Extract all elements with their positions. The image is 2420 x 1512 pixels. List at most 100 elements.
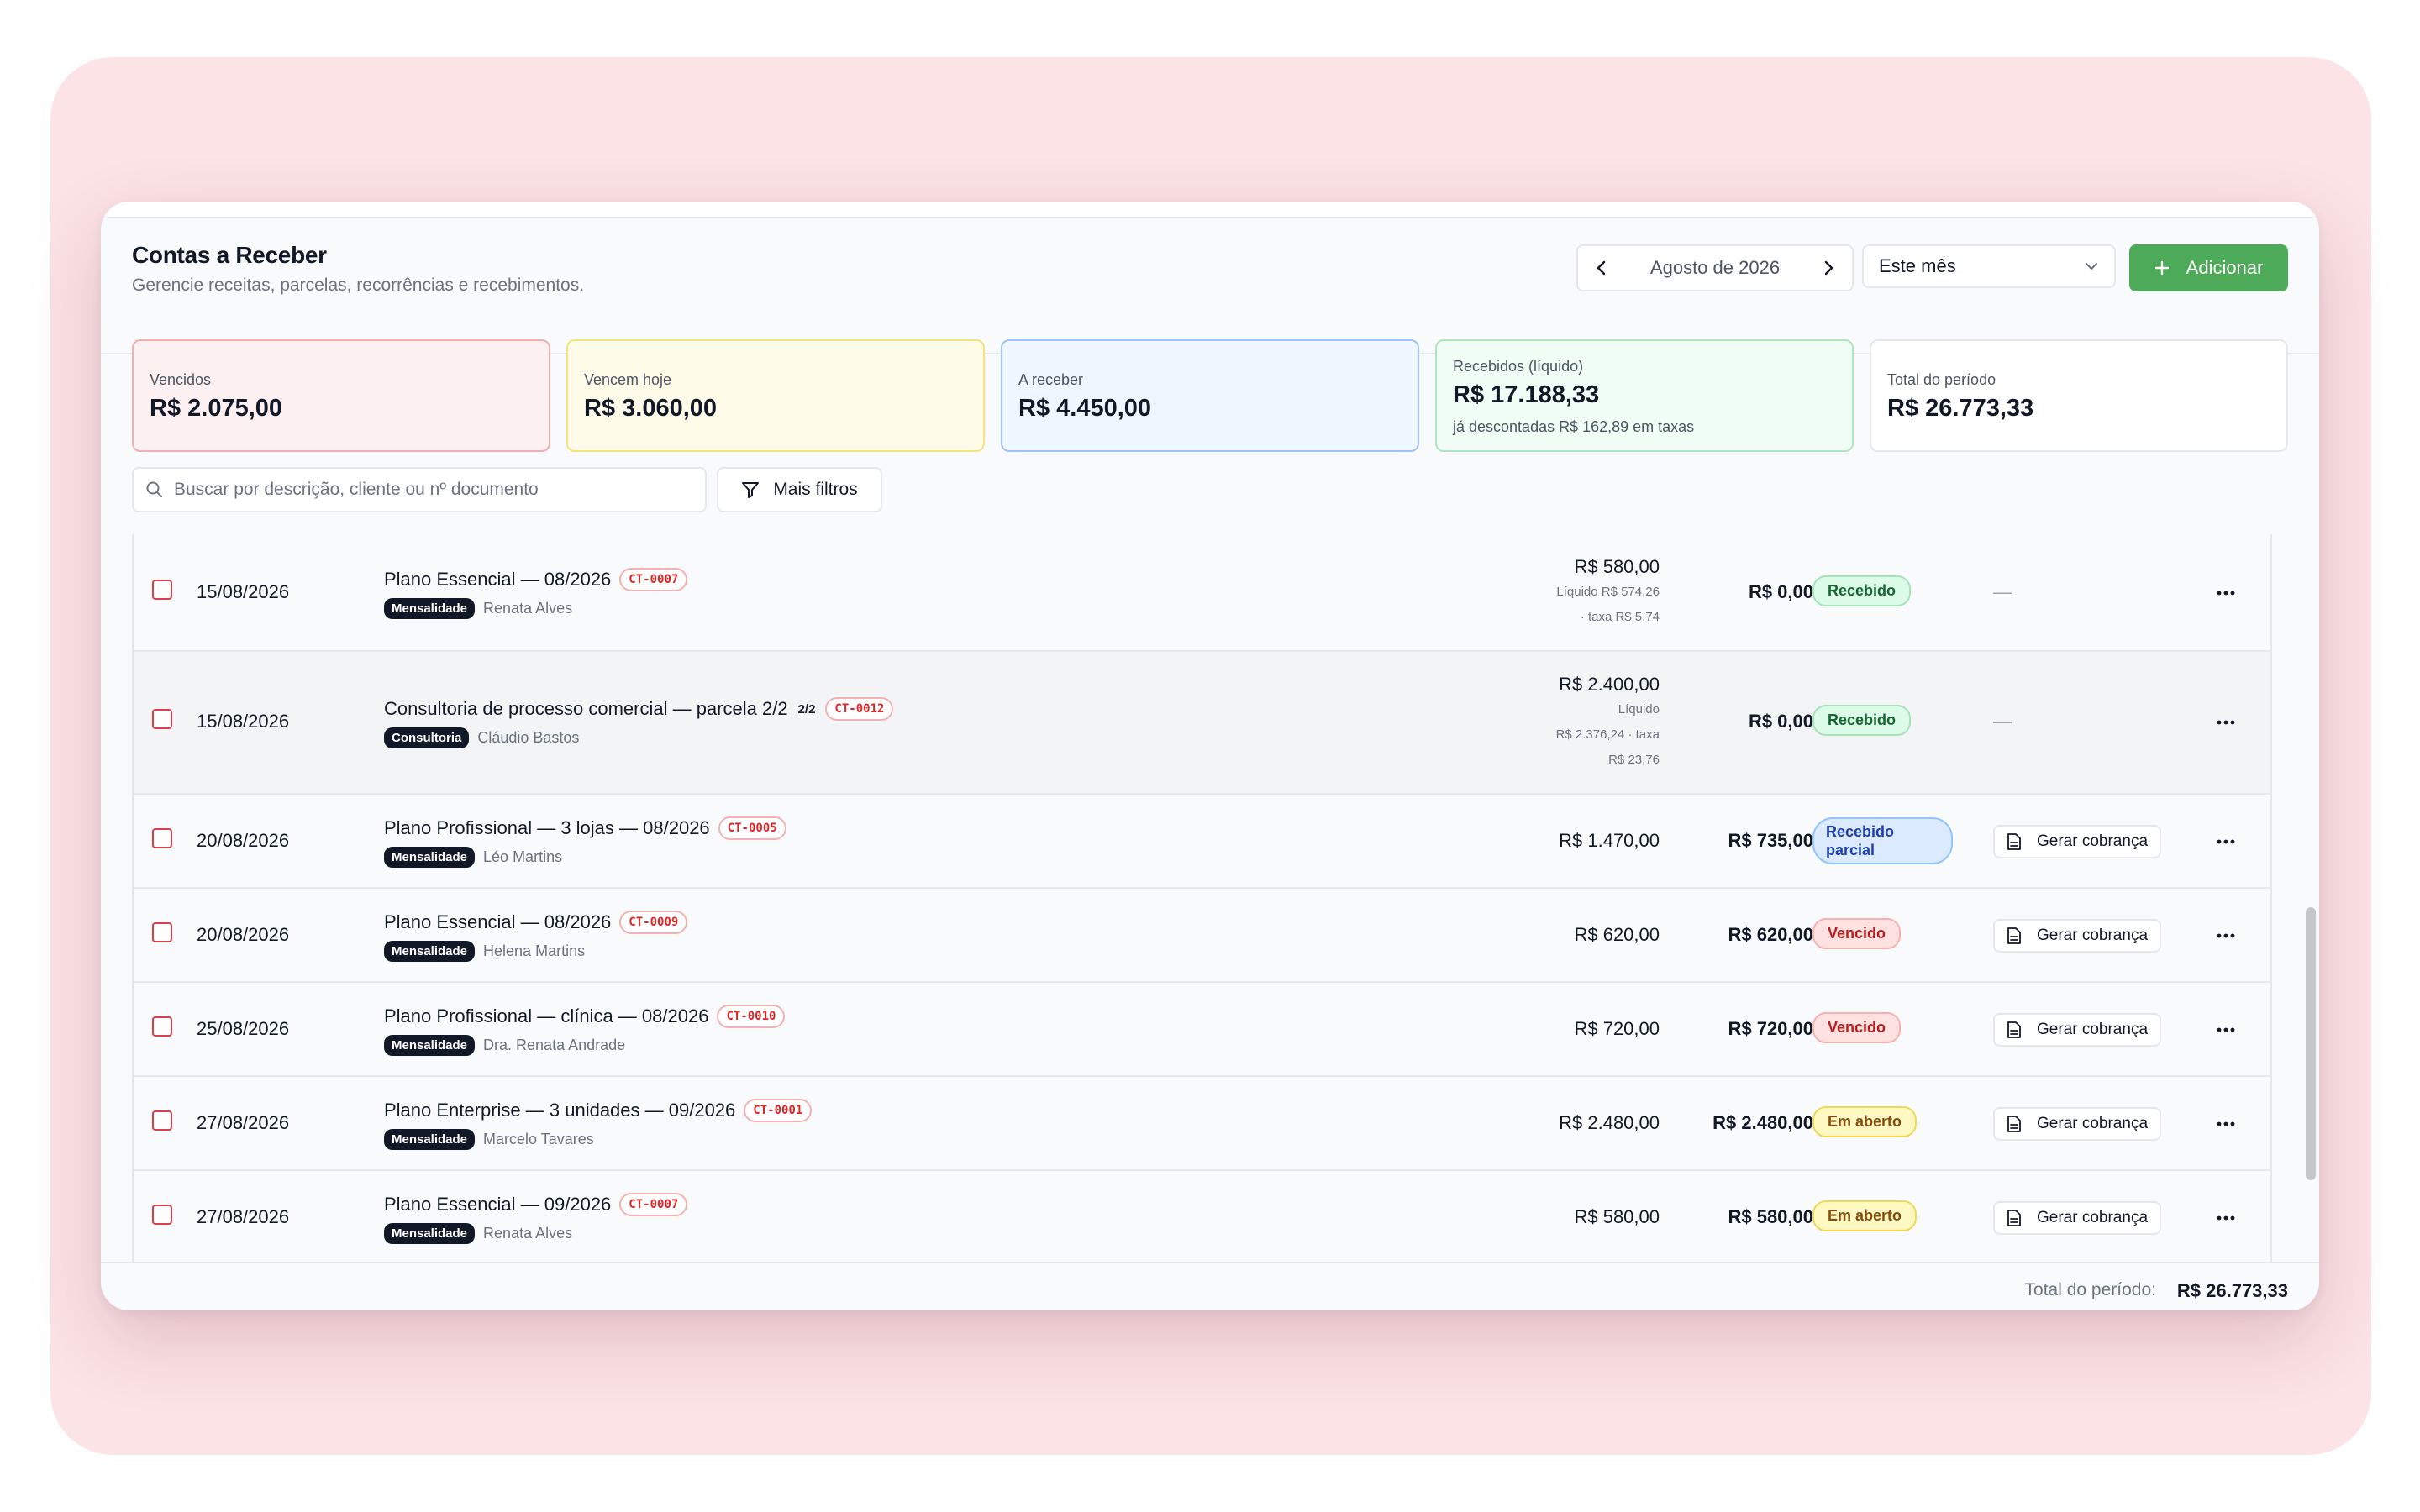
generate-charge-label: Gerar cobrança [2037,832,2149,850]
row-date: 25/08/2026 [197,1018,290,1039]
period-range-select[interactable]: Este mês [1862,244,2116,288]
summary-label: Vencem hoje [584,371,672,388]
row-date: 15/08/2026 [197,711,290,732]
summary-card-received: Recebidos (líquido) R$ 17.188,33 já desc… [1435,339,1854,452]
page-subtitle: Gerencie receitas, parcelas, recorrência… [132,276,585,295]
row-net-line: R$ 23,76 [1608,753,1660,767]
row-amount: R$ 580,00 [1574,556,1660,577]
summary-value: R$ 2.075,00 [150,395,283,422]
row-more-button[interactable] [2209,576,2243,610]
search-placeholder: Buscar por descrição, cliente ou nº docu… [174,480,539,499]
row-date: 15/08/2026 [197,581,290,602]
prev-month-button[interactable] [1578,246,1625,290]
row-open-amount: R$ 620,00 [1728,924,1813,945]
status-badge: Recebido parcial [1812,817,1953,864]
summary-value: R$ 3.060,00 [584,395,718,422]
summary-label: Vencidos [150,371,212,388]
row-more-button[interactable] [2209,1201,2243,1235]
add-button[interactable]: Adicionar [2129,244,2288,291]
row-amount: R$ 2.400,00 [1559,674,1660,695]
row-more-button[interactable] [2209,1107,2243,1141]
chevron-left-icon [1597,260,1606,276]
summary-value: R$ 4.450,00 [1018,395,1152,422]
table-row: 27/08/2026 Plano Essencial — 09/2026 CT-… [134,1171,2270,1262]
document-icon [2007,927,2021,944]
row-description: Plano Essencial — 09/2026 CT-0007 [384,1193,688,1216]
row-checkbox[interactable] [152,922,172,942]
row-more-button[interactable] [2209,919,2243,953]
row-open-amount: R$ 720,00 [1728,1018,1813,1039]
generate-charge-button[interactable]: Gerar cobrança [1993,825,2162,858]
installment-label: 2/2 [797,701,816,717]
table-row: 20/08/2026 Plano Essencial — 08/2026 CT-… [134,889,2270,983]
table-scrollbar[interactable] [2306,907,2316,1180]
summary-card-to-receive: A receber R$ 4.450,00 [1001,339,1419,452]
generate-charge-label: Gerar cobrança [2037,1021,2149,1038]
more-horizontal-icon [2217,839,2235,844]
chevron-down-icon [2086,263,2097,270]
row-checkbox[interactable] [152,1205,172,1225]
summary-label: Recebidos (líquido) [1453,358,1584,375]
row-open-amount: R$ 580,00 [1728,1206,1813,1227]
row-description-text: Plano Essencial — 08/2026 [384,911,612,932]
row-meta: Mensalidade Marcelo Tavares [384,1129,594,1150]
row-net-line: · taxa R$ 5,74 [1580,610,1660,624]
row-open-amount: R$ 2.480,00 [1712,1112,1813,1133]
client-name: Renata Alves [483,600,573,617]
filter-icon [742,482,760,498]
generate-charge-button[interactable]: Gerar cobrança [1993,1013,2162,1047]
row-meta: Consultoria Cláudio Bastos [384,727,579,748]
row-checkbox[interactable] [152,580,172,600]
generate-charge-button[interactable]: Gerar cobrança [1993,1107,2162,1141]
row-net-line: Líquido [1618,702,1660,717]
row-more-button[interactable] [2209,1013,2243,1047]
row-description-text: Plano Essencial — 09/2026 [384,1194,612,1215]
summary-card-total: Total do período R$ 26.773,33 [1870,339,2288,452]
contract-tag: CT-0005 [718,816,786,840]
generate-charge-button[interactable]: Gerar cobrança [1993,1201,2162,1235]
current-month-label: Agosto de 2026 [1649,257,1781,278]
row-date: 27/08/2026 [197,1112,290,1133]
row-net-line: Líquido R$ 574,26 [1556,585,1660,599]
period-range-value: Este mês [1879,255,1956,276]
row-amount: R$ 720,00 [1574,1018,1660,1039]
row-description-text: Plano Essencial — 08/2026 [384,569,612,590]
row-meta: Mensalidade Renata Alves [384,1223,572,1244]
document-icon [2007,1021,2021,1038]
row-net-line: R$ 2.376,24 · taxa [1555,727,1660,742]
category-badge: Mensalidade [384,847,476,868]
row-more-button[interactable] [2209,706,2243,739]
status-badge: Recebido [1812,705,1912,736]
row-checkbox[interactable] [152,709,172,729]
row-meta: Mensalidade Renata Alves [384,598,572,619]
summary-label: A receber [1018,371,1084,388]
more-horizontal-icon [2217,591,2235,596]
row-checkbox[interactable] [152,1016,172,1037]
row-checkbox[interactable] [152,1110,172,1131]
footer-total-value: R$ 26.773,33 [2176,1280,2288,1301]
category-badge: Mensalidade [384,941,476,962]
summary-label: Total do período [1887,371,1996,388]
table-row: 27/08/2026 Plano Enterprise — 3 unidades… [134,1077,2270,1171]
row-date: 20/08/2026 [197,924,290,945]
add-button-label: Adicionar [2186,257,2264,278]
footer-total-label: Total do período: [2024,1280,2156,1299]
more-horizontal-icon [2217,933,2235,938]
status-badge: Vencido [1812,1012,1902,1043]
chevron-right-icon [1824,260,1833,276]
next-month-button[interactable] [1805,246,1852,290]
generate-charge-button[interactable]: Gerar cobrança [1993,919,2162,953]
row-more-button[interactable] [2209,825,2243,858]
row-checkbox[interactable] [152,828,172,848]
search-input[interactable]: Buscar por descrição, cliente ou nº docu… [132,467,707,512]
more-horizontal-icon [2217,720,2235,725]
contract-tag: CT-0001 [744,1099,813,1122]
row-no-action: — [1993,711,2012,732]
row-description: Plano Enterprise — 3 unidades — 09/2026 … [384,1099,813,1122]
more-horizontal-icon [2217,1121,2235,1126]
row-open-amount: R$ 0,00 [1748,581,1813,602]
more-filters-button[interactable]: Mais filtros [717,467,882,512]
generate-charge-label: Gerar cobrança [2037,927,2149,944]
row-description: Plano Profissional — 3 lojas — 08/2026 C… [384,816,786,840]
page-title: Contas a Receber [132,242,327,268]
